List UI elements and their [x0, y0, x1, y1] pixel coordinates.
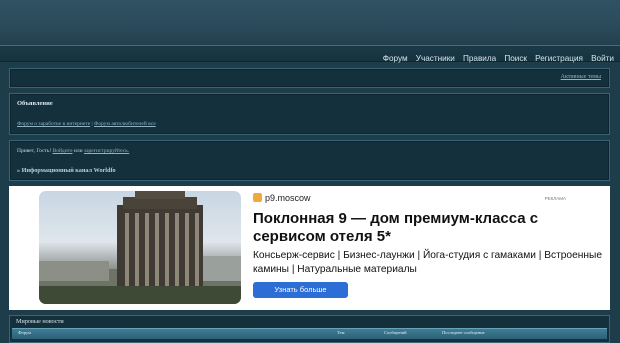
breadcrumb[interactable]: » Информационный канал Worldfo	[17, 167, 116, 174]
ad-brand[interactable]: p9.moscow	[253, 193, 311, 203]
table-header: Форум Тем Сообщений Последнее сообщение	[12, 328, 607, 339]
column-topics: Тем	[337, 330, 345, 335]
welcome-panel: Привет, Гость! Войдите или зарегистрируй…	[9, 140, 610, 181]
column-posts: Сообщений	[384, 330, 407, 335]
column-forum: Форум	[18, 330, 32, 335]
top-links-panel: Активные темы	[9, 68, 610, 88]
ad-building-image[interactable]	[39, 191, 241, 304]
announcement-panel: Объявление Форум о заработке в интернете…	[9, 93, 610, 135]
brand-logo-icon	[253, 193, 262, 202]
ad-learn-more-button[interactable]: Узнать больше	[253, 282, 348, 298]
or-text: или	[73, 148, 83, 154]
announcement-link-earning[interactable]: Форум о заработке в интернете	[17, 121, 90, 127]
main-navigation: Форум Участники Правила Поиск Регистраци…	[0, 45, 620, 63]
forum-section: Мировые новости Форум Тем Сообщений Посл…	[9, 315, 610, 343]
nav-forum[interactable]: Форум	[383, 54, 408, 63]
advertisement-banner[interactable]: p9.moscow РЕКЛАМА Поклонная 9 — дом прем…	[9, 186, 610, 310]
welcome-text: Привет, Гость! Войдите или зарегистрируй…	[17, 148, 129, 154]
building-illustration	[39, 191, 241, 304]
column-last-post: Последнее сообщение	[442, 330, 485, 335]
register-link[interactable]: зарегистрируйтесь.	[84, 148, 129, 154]
active-topics-link[interactable]: Активные темы	[561, 74, 601, 80]
announcement-links: Форум о заработке в интернете | Форум ав…	[17, 121, 156, 127]
ad-description: Консьерж-сервис | Бизнес-лаунжи | Йога-с…	[253, 250, 602, 275]
ad-brand-text: p9.moscow	[265, 193, 311, 203]
forum-header-banner	[0, 0, 620, 45]
ad-label: РЕКЛАМА	[544, 196, 566, 201]
login-link[interactable]: Войдите	[53, 148, 73, 154]
ad-headline[interactable]: Поклонная 9 — дом премиум-класса с серви…	[253, 210, 605, 246]
nav-search[interactable]: Поиск	[504, 54, 527, 63]
nav-members[interactable]: Участники	[416, 54, 455, 63]
announcement-link-auto[interactable]: Форум автолюбителей все	[94, 121, 156, 127]
announcement-title: Объявление	[17, 100, 53, 107]
nav-register[interactable]: Регистрация	[535, 54, 583, 63]
greeting: Привет, Гость!	[17, 148, 52, 154]
section-title[interactable]: Мировые новости	[16, 318, 64, 325]
nav-rules[interactable]: Правила	[463, 54, 496, 63]
nav-login[interactable]: Войти	[591, 54, 614, 63]
